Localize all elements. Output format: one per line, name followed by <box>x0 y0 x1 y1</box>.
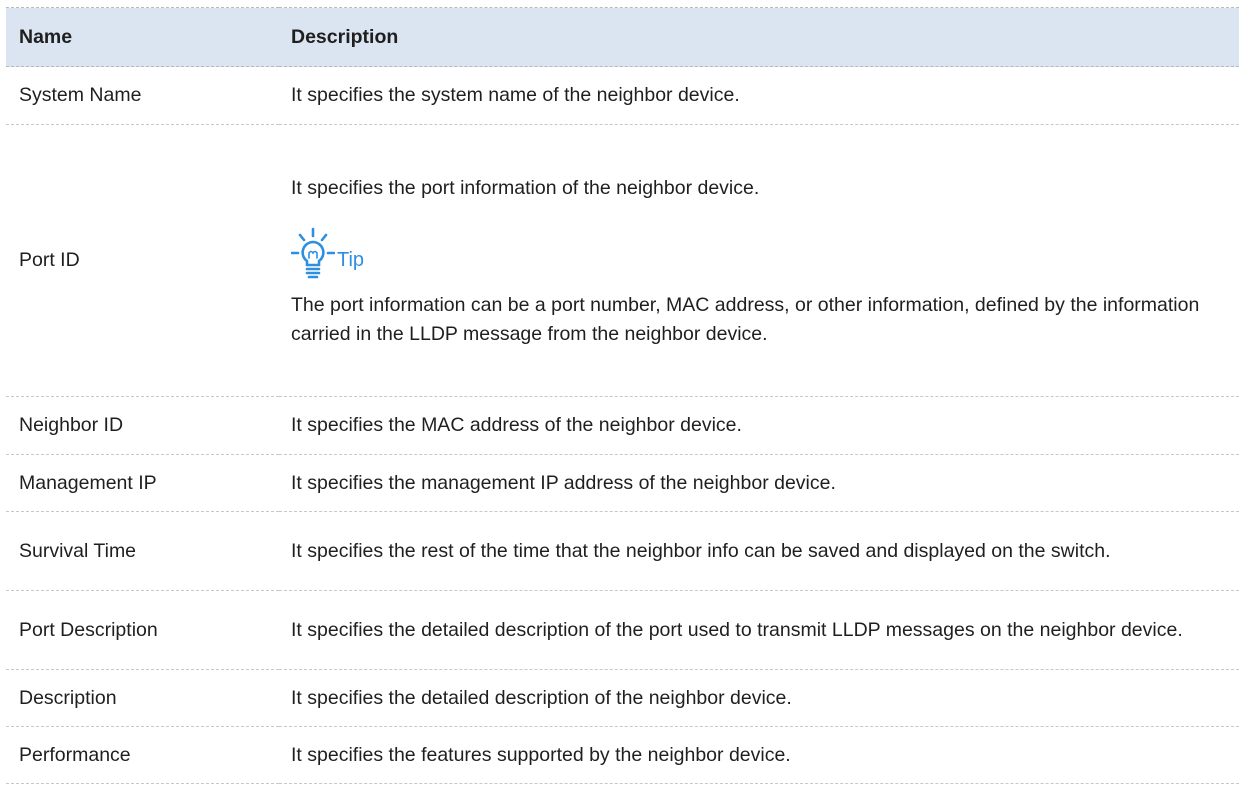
table-row: Neighbor ID It specifies the MAC address… <box>6 396 1239 455</box>
table-row: System Name It specifies the system name… <box>6 66 1239 125</box>
row-name: Port ID <box>6 124 279 397</box>
row-description: It specifies the system name of the neig… <box>279 66 1239 125</box>
table-row: Management IP It specifies the managemen… <box>6 454 1239 512</box>
table-row: Description It specifies the detailed de… <box>6 669 1239 727</box>
row-name: System Name <box>6 66 279 125</box>
row-description: It specifies the port information of the… <box>279 124 1239 397</box>
row-description-text: It specifies the port information of the… <box>291 177 760 199</box>
row-description: It specifies the rest of the time that t… <box>279 511 1239 591</box>
table-row: Port ID It specifies the port informatio… <box>6 124 1239 397</box>
lightbulb-icon <box>291 227 335 279</box>
row-name: Management IP <box>6 454 279 512</box>
row-description: It specifies the MAC address of the neig… <box>279 396 1239 455</box>
table-row: Performance It specifies the features su… <box>6 726 1239 784</box>
tip-text: The port information can be a port numbe… <box>291 294 1200 345</box>
row-description: It specifies the features supported by t… <box>279 726 1239 784</box>
tip-heading: Tip <box>291 217 1219 281</box>
table-row: Port Description It specifies the detail… <box>6 590 1239 670</box>
row-description: It specifies the detailed description of… <box>279 669 1239 727</box>
row-description: It specifies the detailed description of… <box>279 590 1239 670</box>
row-name: Performance <box>6 726 279 784</box>
table-header-row: Name Description <box>6 7 1239 67</box>
header-description: Description <box>279 7 1239 67</box>
row-name: Neighbor ID <box>6 396 279 455</box>
row-description: It specifies the management IP address o… <box>279 454 1239 512</box>
parameter-table: Name Description System Name It specifie… <box>6 7 1239 784</box>
table-row: Survival Time It specifies the rest of t… <box>6 511 1239 591</box>
tip-label: Tip <box>337 249 365 271</box>
header-name: Name <box>6 7 279 67</box>
row-name: Survival Time <box>6 511 279 591</box>
row-name: Description <box>6 669 279 727</box>
row-name: Port Description <box>6 590 279 670</box>
